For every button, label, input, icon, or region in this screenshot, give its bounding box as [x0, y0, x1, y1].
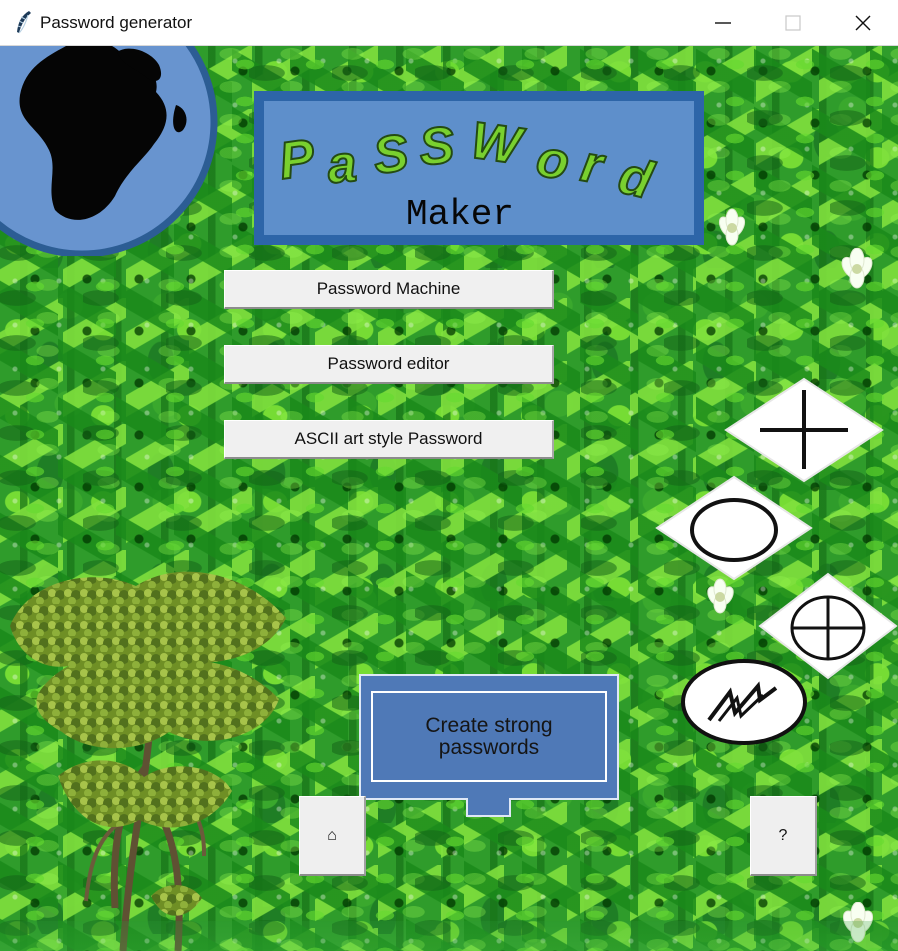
home-icon: ⌂ [327, 826, 337, 844]
globe-icon [0, 46, 218, 256]
close-button[interactable] [828, 0, 898, 46]
help-button[interactable]: ? [750, 796, 817, 876]
maximize-icon [785, 15, 801, 31]
password-maker-logo: PaSSWord Maker P a S S W o r d [254, 91, 704, 245]
lightning-circle-icon[interactable] [680, 658, 808, 746]
minimize-button[interactable] [688, 0, 758, 46]
svg-text:o: o [532, 129, 575, 192]
svg-text:S: S [417, 116, 457, 177]
monitor-stand [466, 798, 511, 817]
close-icon [855, 15, 871, 31]
svg-text:S: S [370, 124, 413, 186]
maximize-button[interactable] [758, 0, 828, 46]
plus-diamond-icon[interactable] [724, 377, 884, 483]
flower-icon [718, 208, 746, 246]
title-bar: Password generator [0, 0, 898, 46]
password-machine-button[interactable]: Password Machine [224, 270, 554, 309]
window-controls [688, 0, 898, 46]
svg-text:Maker: Maker [406, 194, 514, 235]
svg-text:r: r [577, 135, 610, 196]
home-button[interactable]: ⌂ [299, 796, 366, 876]
tree-icon [10, 571, 286, 951]
create-passwords-button[interactable]: Create strong passwords [359, 674, 619, 800]
svg-text:a: a [325, 135, 359, 195]
background-bottom-edge [0, 921, 898, 951]
circle-diamond-icon[interactable] [655, 475, 813, 581]
ascii-art-password-button[interactable]: ASCII art style Password [224, 420, 554, 459]
svg-text:P: P [276, 129, 319, 191]
flower-icon [707, 578, 734, 614]
create-passwords-label: Create strong passwords [371, 691, 607, 782]
window-title: Password generator [40, 13, 193, 32]
create-strong-passwords-control[interactable]: Create strong passwords [359, 674, 619, 819]
app-window: Password generator P a S S W o r d Maker… [0, 0, 898, 951]
feather-icon [17, 11, 31, 34]
help-icon: ? [778, 826, 788, 844]
main-canvas: PaSSWord Maker P a S S W o r d [0, 46, 898, 951]
svg-text:d: d [613, 146, 659, 210]
password-editor-button[interactable]: Password editor [224, 345, 554, 384]
logo-artwork: P a S S W o r d Maker [275, 110, 661, 235]
flower-icon [841, 248, 873, 289]
svg-text:W: W [467, 111, 528, 176]
minimize-icon [715, 22, 731, 24]
